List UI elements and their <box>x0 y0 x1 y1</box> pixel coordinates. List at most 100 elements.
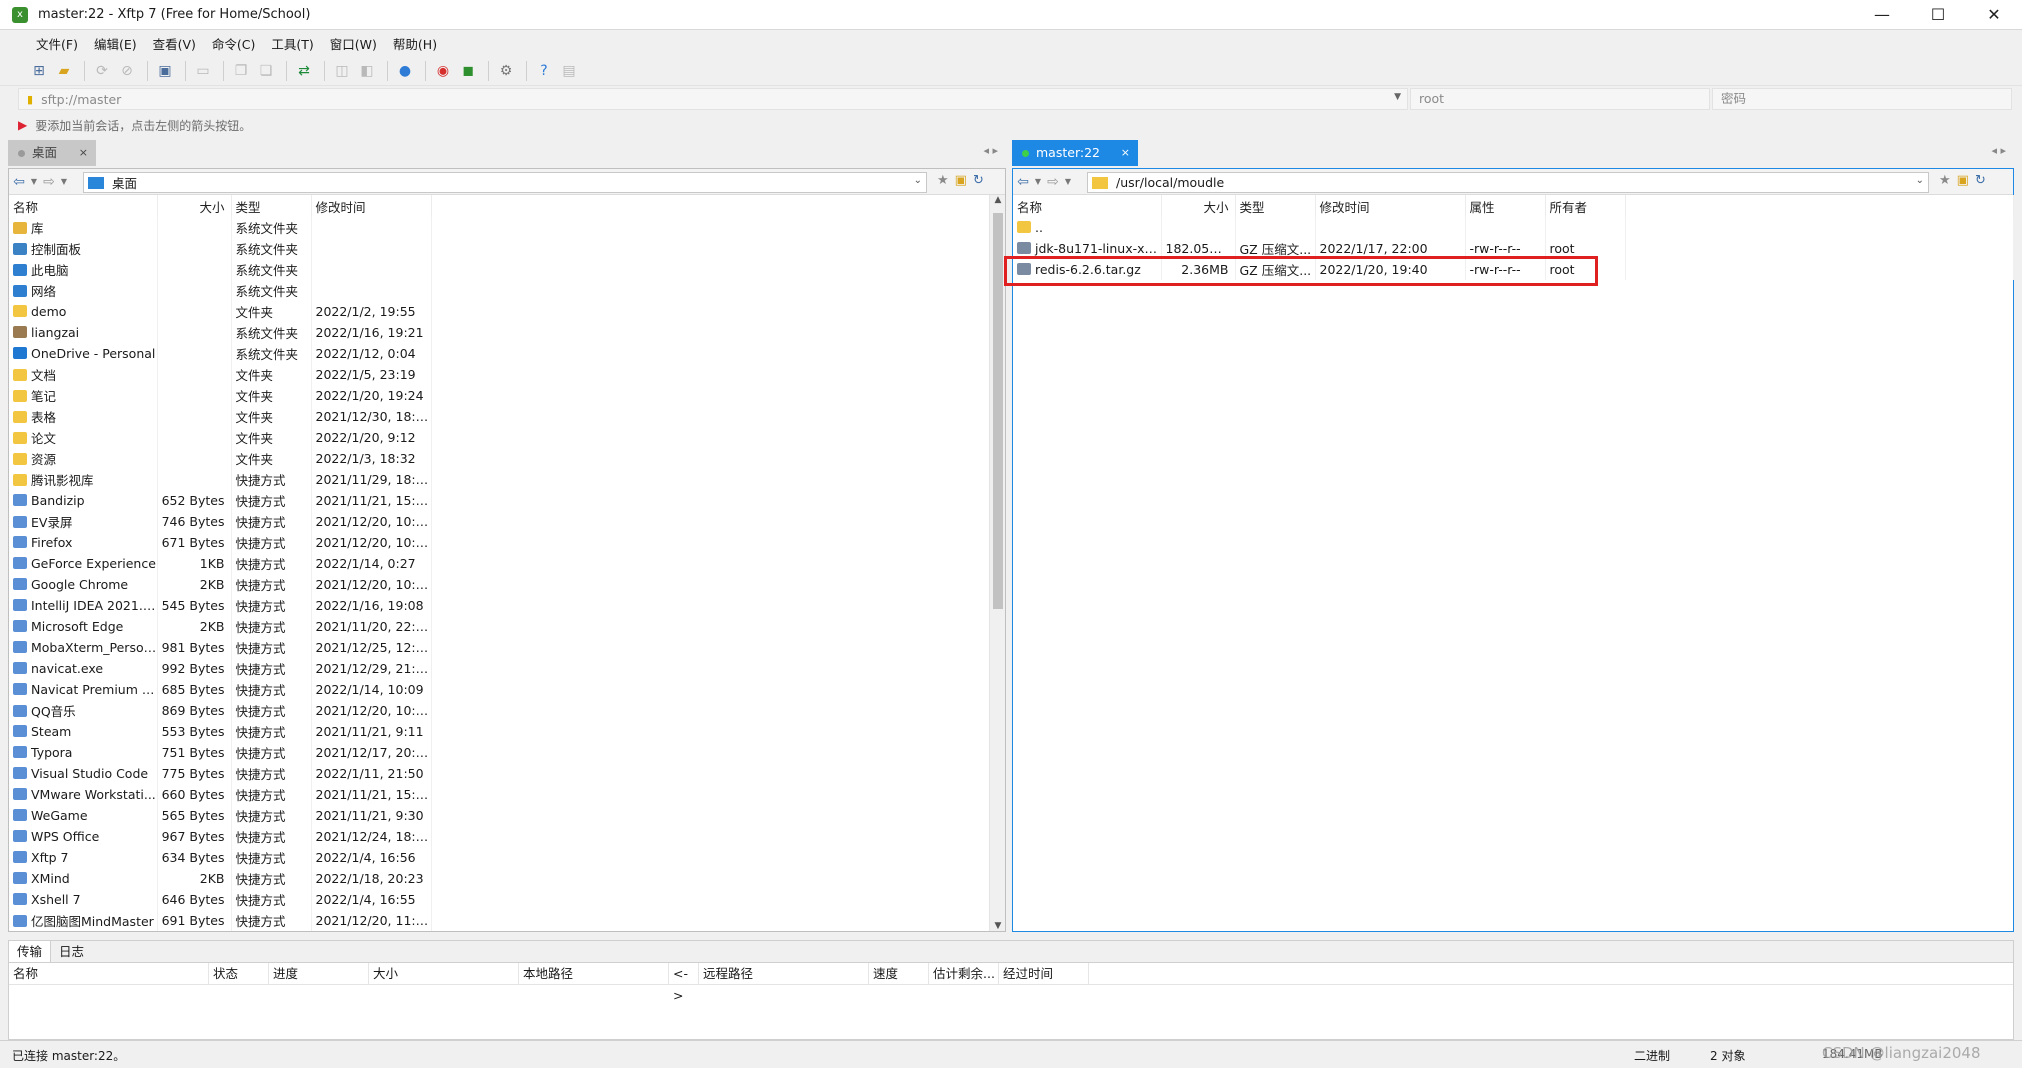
table-row[interactable]: IntelliJ IDEA 2021.3.1 545 Bytes 快捷方式 2022/… <box>9 595 990 616</box>
menu-help[interactable]: 帮助(H) <box>385 34 445 53</box>
table-row[interactable]: 笔记 文件夹 2022/1/20, 19:24 <box>9 385 990 406</box>
column-header-size[interactable]: 大小 <box>157 195 232 217</box>
tab-log[interactable]: 日志 <box>51 941 92 962</box>
queue-icon[interactable]: ◫ <box>331 60 353 82</box>
refresh-icon[interactable]: ↻ <box>1975 173 1986 188</box>
copy-icon[interactable]: ❐ <box>230 60 252 82</box>
table-row[interactable]: 资源 文件夹 2022/1/3, 18:32 <box>9 448 990 469</box>
scrollbar-thumb[interactable] <box>993 213 1003 609</box>
table-row[interactable]: Visual Studio Code 775 Bytes 快捷方式 2022/1/11… <box>9 763 990 784</box>
username-input[interactable]: root <box>1410 88 1710 110</box>
table-row[interactable]: XMind 2KB 快捷方式 2022/1/18, 20:23 <box>9 868 990 889</box>
tab-scroll-icon[interactable]: ◂ ▸ <box>983 144 998 157</box>
table-row[interactable]: WPS Office 967 Bytes 快捷方式 2021/12/24, 18:51 <box>9 826 990 847</box>
close-tab-icon[interactable]: × <box>79 140 88 166</box>
table-row[interactable]: Typora 751 Bytes 快捷方式 2021/12/17, 20:21 <box>9 742 990 763</box>
chevron-down-icon[interactable]: ▼ <box>59 177 69 186</box>
remote-path-input[interactable]: /usr/local/moudle ⌄ <box>1087 172 1929 193</box>
column-header-attr[interactable]: 属性 <box>1465 195 1546 217</box>
table-row[interactable]: Bandizip 652 Bytes 快捷方式 2021/11/21, 15:02 <box>9 490 990 511</box>
tab-local-desktop[interactable]: 桌面 × <box>8 140 96 166</box>
help-icon[interactable]: ? <box>533 60 555 82</box>
globe-icon[interactable]: ● <box>394 60 416 82</box>
paste-icon[interactable]: ❏ <box>255 60 277 82</box>
back-icon[interactable]: ⇦ <box>9 174 29 190</box>
table-row[interactable]: VMware Workstati... 660 Bytes 快捷方式 2021/11/… <box>9 784 990 805</box>
host-input[interactable]: ▮ sftp://master ▼ <box>18 88 1408 110</box>
column-header-name[interactable]: 名称 <box>9 195 158 217</box>
table-row[interactable]: EV录屏 746 Bytes 快捷方式 2021/12/20, 10:44 <box>9 511 990 532</box>
transfer-column-header[interactable]: 进度 <box>269 963 369 984</box>
transfer-column-header[interactable]: 远程路径 <box>699 963 869 984</box>
table-row[interactable]: MobaXterm_Person... 981 Bytes 快捷方式 2021/12/… <box>9 637 990 658</box>
log-icon[interactable]: ◧ <box>356 60 378 82</box>
transfer-column-header[interactable]: 名称 <box>9 963 209 984</box>
view-mode-icon[interactable]: ▭ <box>192 60 214 82</box>
column-header-name[interactable]: 名称 <box>1013 195 1162 217</box>
table-row[interactable]: Xftp 7 634 Bytes 快捷方式 2022/1/4, 16:56 <box>9 847 990 868</box>
local-path-input[interactable]: 桌面 ⌄ <box>83 172 927 193</box>
table-row[interactable]: GeForce Experience 1KB 快捷方式 2022/1/14, 0:27 <box>9 553 990 574</box>
new-folder-icon[interactable]: ▣ <box>154 60 176 82</box>
favorite-icon[interactable]: ★ <box>1939 173 1951 188</box>
menu-command[interactable]: 命令(C) <box>204 34 263 53</box>
table-row[interactable]: OneDrive - Personal 系统文件夹 2022/1/12, 0:04 <box>9 343 990 364</box>
table-row[interactable]: 网络 系统文件夹 <box>9 280 990 301</box>
scroll-down-icon[interactable]: ▼ <box>990 921 1006 931</box>
table-row[interactable]: 腾讯影视库 快捷方式 2021/11/29, 18:29 <box>9 469 990 490</box>
menu-tools[interactable]: 工具(T) <box>263 34 321 53</box>
transfer-column-header[interactable]: 速度 <box>869 963 929 984</box>
chevron-down-icon[interactable]: ▼ <box>1394 92 1401 102</box>
table-row[interactable]: Microsoft Edge 2KB 快捷方式 2021/11/20, 22:10 <box>9 616 990 637</box>
minimize-button[interactable]: — <box>1854 0 1910 30</box>
transfer-column-header[interactable]: 状态 <box>209 963 269 984</box>
xftp-tool-icon[interactable]: ◼ <box>457 60 479 82</box>
scroll-up-icon[interactable]: ▲ <box>990 195 1006 205</box>
transfer-column-header[interactable]: 估计剩余... <box>929 963 999 984</box>
table-row[interactable]: Navicat Premium 15 685 Bytes 快捷方式 2022/1/14… <box>9 679 990 700</box>
password-input[interactable]: 密码 <box>1712 88 2012 110</box>
chat-icon[interactable]: ▤ <box>558 60 580 82</box>
table-row[interactable]: QQ音乐 869 Bytes 快捷方式 2021/12/20, 10:40 <box>9 700 990 721</box>
maximize-button[interactable]: ☐ <box>1910 0 1966 30</box>
table-row[interactable]: Firefox 671 Bytes 快捷方式 2021/12/20, 10:46 <box>9 532 990 553</box>
close-button[interactable]: ✕ <box>1966 0 2022 30</box>
table-row[interactable]: 文档 文件夹 2022/1/5, 23:19 <box>9 364 990 385</box>
table-row[interactable]: 控制面板 系统文件夹 <box>9 238 990 259</box>
disconnect-icon[interactable]: ⊘ <box>116 60 138 82</box>
table-row[interactable]: Steam 553 Bytes 快捷方式 2021/11/21, 9:11 <box>9 721 990 742</box>
menu-file[interactable]: 文件(F) <box>28 34 86 53</box>
new-session-icon[interactable]: ⊞ <box>28 60 50 82</box>
transfer-mode[interactable]: 二进制 <box>1634 1047 1670 1064</box>
table-row[interactable]: navicat.exe 992 Bytes 快捷方式 2021/12/29, 21:2… <box>9 658 990 679</box>
table-row[interactable]: WeGame 565 Bytes 快捷方式 2021/11/21, 9:30 <box>9 805 990 826</box>
table-row[interactable]: demo 文件夹 2022/1/2, 19:55 <box>9 301 990 322</box>
menu-view[interactable]: 查看(V) <box>145 34 204 53</box>
favorite-icon[interactable]: ★ <box>937 173 949 188</box>
table-row[interactable]: 论文 文件夹 2022/1/20, 9:12 <box>9 427 990 448</box>
transfer-column-header[interactable]: 大小 <box>369 963 519 984</box>
local-scrollbar[interactable]: ▲ ▼ <box>989 195 1005 931</box>
transfer-column-header[interactable]: 本地路径 <box>519 963 669 984</box>
forward-icon[interactable]: ⇨ <box>39 174 59 190</box>
refresh-icon[interactable]: ↻ <box>973 173 984 188</box>
tab-remote-master[interactable]: master:22 × <box>1012 140 1138 166</box>
chevron-down-icon[interactable]: ⌄ <box>914 175 922 186</box>
xshell-icon[interactable]: ◉ <box>432 60 454 82</box>
close-tab-icon[interactable]: × <box>1121 140 1130 166</box>
column-header-type[interactable]: 类型 <box>1235 195 1316 217</box>
chevron-down-icon[interactable]: ▼ <box>1063 177 1073 186</box>
bookmark-icon[interactable]: ▶ <box>18 118 27 132</box>
column-header-type[interactable]: 类型 <box>231 195 312 217</box>
table-row[interactable]: 此电脑 系统文件夹 <box>9 259 990 280</box>
column-header-mtime[interactable]: 修改时间 <box>311 195 432 217</box>
chevron-down-icon[interactable]: ▼ <box>1033 177 1043 186</box>
column-header-mtime[interactable]: 修改时间 <box>1315 195 1466 217</box>
transfer-column-header[interactable]: <-> <box>669 963 699 1003</box>
chevron-down-icon[interactable]: ⌄ <box>1916 175 1924 186</box>
chevron-down-icon[interactable]: ▼ <box>29 177 39 186</box>
table-row[interactable]: .. <box>1013 217 2014 238</box>
home-folder-icon[interactable]: ▣ <box>1957 173 1969 188</box>
column-header-size[interactable]: 大小 <box>1161 195 1236 217</box>
menu-window[interactable]: 窗口(W) <box>322 34 385 53</box>
